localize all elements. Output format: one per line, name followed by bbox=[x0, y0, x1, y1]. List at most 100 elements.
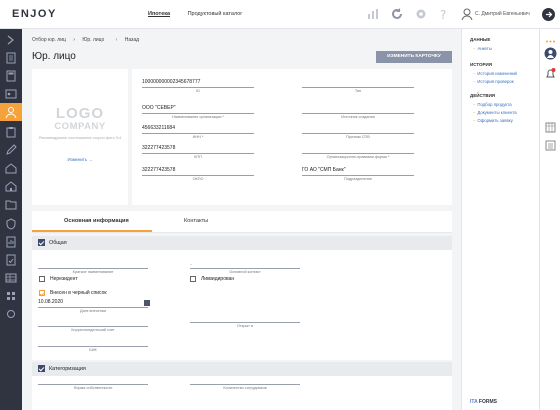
field-kpp-label: КПП bbox=[194, 155, 202, 159]
section-checkbox[interactable] bbox=[38, 365, 45, 372]
sidebar-item-clients-active[interactable] bbox=[0, 103, 22, 121]
field-date-value: 10.08.2020 bbox=[38, 299, 64, 305]
right-menu-link-label[interactable]: Анкеты bbox=[477, 46, 491, 51]
footer-brand: ITA FORMS bbox=[470, 399, 497, 405]
breadcrumb: Отбор юр. лиц › Юр. лицо ‹ Назад bbox=[32, 37, 145, 43]
field-kpp[interactable]: 322277423578 КПП bbox=[142, 145, 254, 159]
collapse-icon[interactable] bbox=[4, 33, 18, 47]
field-employees[interactable]: Количество сотрудников bbox=[190, 376, 300, 390]
field-type[interactable]: Тип bbox=[302, 79, 414, 93]
user-circle-icon[interactable] bbox=[544, 47, 557, 60]
tab-main-info[interactable]: Основная информация bbox=[64, 218, 129, 224]
field-short-name[interactable]: Краткое наименование bbox=[38, 260, 148, 274]
liquidated-checkbox[interactable] bbox=[190, 276, 196, 282]
tab-contacts[interactable]: Контакты bbox=[184, 218, 208, 224]
field-spv-value bbox=[302, 125, 414, 132]
section-general-header[interactable]: Общая bbox=[32, 236, 452, 250]
right-menu-link[interactable]: – Документы клиента bbox=[473, 110, 517, 115]
settings-icon[interactable] bbox=[4, 307, 18, 321]
breadcrumb-separator: › bbox=[73, 37, 75, 43]
blacklist-label: Внесен в черный список bbox=[50, 290, 107, 296]
logout-button[interactable] bbox=[542, 8, 555, 21]
folder-icon[interactable] bbox=[4, 197, 18, 211]
document-check-icon[interactable] bbox=[4, 253, 18, 267]
field-ownership[interactable]: Форма собственности bbox=[38, 376, 148, 390]
list-icon[interactable] bbox=[544, 139, 557, 152]
calendar-icon[interactable] bbox=[144, 300, 150, 306]
breadcrumb-item[interactable]: Юр. лицо bbox=[82, 37, 104, 43]
nonresident-checkbox[interactable] bbox=[39, 276, 45, 282]
right-menu: ДАННЫЕ – Анкеты ИСТОРИЯ – История изменени… bbox=[461, 29, 539, 410]
calculator-icon[interactable] bbox=[4, 69, 18, 83]
right-menu-link[interactable]: – Оформить заявку bbox=[473, 118, 513, 123]
breadcrumb-item[interactable]: Отбор юр. лиц bbox=[32, 37, 66, 43]
person-icon bbox=[5, 107, 17, 119]
chart-icon[interactable] bbox=[366, 7, 380, 21]
edit-icon[interactable] bbox=[4, 143, 18, 157]
change-logo-link[interactable]: Изменить → bbox=[32, 157, 128, 162]
refresh-icon[interactable] bbox=[390, 7, 404, 21]
field-spv[interactable]: Признак СПВ bbox=[302, 125, 414, 139]
nav-item-mortgage[interactable]: Ипотека bbox=[148, 11, 170, 17]
change-card-button[interactable]: ИЗМЕНИТЬ КАРТОЧКУ bbox=[376, 51, 452, 63]
section-general-title: Общая bbox=[49, 240, 67, 246]
section-checkbox[interactable] bbox=[38, 239, 45, 246]
field-org-name[interactable]: ООО "СЕВЕР" Наименование организации * bbox=[142, 105, 254, 119]
right-menu-link-label[interactable]: История проверок bbox=[477, 79, 513, 84]
field-okpo[interactable]: 322277423578 ОКПО bbox=[142, 167, 254, 181]
field-okpo-label: ОКПО bbox=[192, 177, 204, 181]
arrow-right-icon bbox=[546, 11, 553, 18]
nav-item-product-catalog[interactable]: Продуктовый каталог bbox=[188, 11, 243, 17]
field-opened-in[interactable]: Открыт в bbox=[190, 314, 300, 328]
right-menu-link-label[interactable]: История изменений bbox=[477, 71, 517, 76]
logo-text: LOGO bbox=[55, 105, 105, 122]
home-icon[interactable] bbox=[4, 161, 18, 175]
brand-logo[interactable]: ENJOY bbox=[12, 8, 57, 20]
report-icon[interactable] bbox=[4, 235, 18, 249]
back-icon[interactable]: ‹ bbox=[116, 37, 118, 43]
field-legal-form[interactable]: Организационно-правовая форма * bbox=[302, 145, 414, 159]
right-menu-link[interactable]: – Подбор продукта bbox=[473, 102, 512, 107]
right-menu-link-label[interactable]: Оформить заявку bbox=[477, 118, 512, 123]
back-link[interactable]: Назад bbox=[125, 37, 139, 43]
bell-icon[interactable] bbox=[544, 67, 557, 80]
field-ownership-label: Форма собственности bbox=[73, 386, 113, 390]
user-icon[interactable] bbox=[460, 7, 474, 21]
right-menu-link[interactable]: – Анкеты bbox=[473, 46, 492, 51]
field-date-added[interactable]: 10.08.2020 Дата внесения bbox=[38, 299, 148, 313]
gear-icon[interactable] bbox=[414, 7, 428, 21]
field-short-name-label: Краткое наименование bbox=[72, 270, 114, 274]
right-menu-link-label[interactable]: Документы клиента bbox=[477, 110, 516, 115]
field-corr-account[interactable]: Корреспондентский счет bbox=[38, 318, 148, 332]
field-inn-label: ИНН * bbox=[192, 135, 204, 139]
svg-text:?: ? bbox=[440, 8, 446, 21]
house-icon[interactable] bbox=[4, 179, 18, 193]
change-logo-label[interactable]: Изменить bbox=[68, 157, 87, 162]
footer-brand-a: ITA bbox=[470, 399, 478, 405]
field-source[interactable]: Источник создания bbox=[302, 105, 414, 119]
id-card-icon[interactable] bbox=[4, 87, 18, 101]
field-main-contact[interactable]: – Основной контакт bbox=[190, 260, 300, 274]
field-type-label: Тип bbox=[354, 89, 362, 93]
clipboard-icon[interactable] bbox=[4, 125, 18, 139]
tab-bar: Основная информация Контакты bbox=[32, 211, 452, 233]
section-categorization-header[interactable]: Категоризация bbox=[32, 362, 452, 376]
field-division[interactable]: ГО АО "СМП Банк" Подразделение bbox=[302, 167, 414, 181]
field-id[interactable]: 100000000002345678777 ID bbox=[142, 79, 254, 93]
calendar-grid-icon[interactable] bbox=[544, 121, 557, 134]
grid-icon[interactable] bbox=[4, 289, 18, 303]
right-icon-strip bbox=[539, 29, 560, 410]
user-name[interactable]: С. Дмитрий Евгеньевич bbox=[475, 11, 530, 17]
right-menu-link[interactable]: – История изменений bbox=[473, 71, 517, 76]
right-menu-link[interactable]: – История проверок bbox=[473, 79, 514, 84]
blacklist-checkbox[interactable] bbox=[39, 290, 45, 296]
document-icon[interactable] bbox=[4, 51, 18, 65]
field-okpo-value: 322277423578 bbox=[142, 167, 176, 173]
field-inn[interactable]: 456633211684 ИНН * bbox=[142, 125, 254, 139]
field-bik[interactable]: БИК bbox=[38, 338, 148, 352]
help-icon[interactable]: ? bbox=[436, 7, 450, 21]
field-source-value bbox=[302, 105, 414, 112]
right-menu-link-label[interactable]: Подбор продукта bbox=[477, 102, 511, 107]
table-icon[interactable] bbox=[4, 271, 18, 285]
shield-check-icon[interactable] bbox=[4, 217, 18, 231]
